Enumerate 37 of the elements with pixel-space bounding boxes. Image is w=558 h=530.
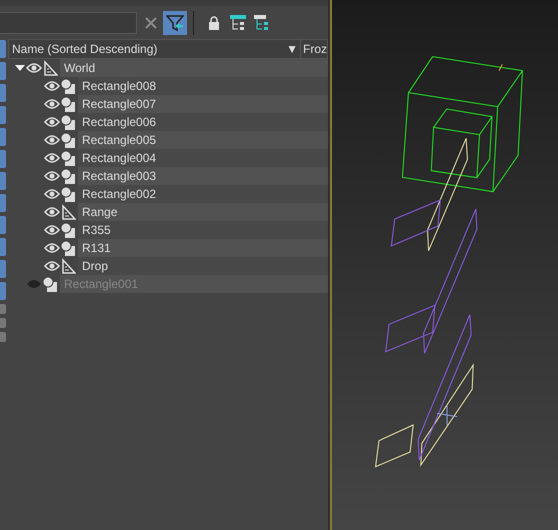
- eye-icon[interactable]: [44, 242, 60, 254]
- eye-icon[interactable]: [44, 152, 60, 164]
- object-name[interactable]: Rectangle008: [78, 77, 328, 95]
- viewport[interactable]: [330, 0, 558, 530]
- object-name[interactable]: Range: [78, 203, 328, 221]
- object-name[interactable]: Rectangle002: [78, 185, 328, 203]
- hierarchy-icon: [254, 15, 270, 31]
- object-name[interactable]: World: [60, 59, 328, 77]
- object-name[interactable]: Rectangle006: [78, 113, 328, 131]
- eye-icon[interactable]: [44, 260, 60, 272]
- eye-icon[interactable]: [44, 170, 60, 182]
- sort-icon: ▼: [286, 42, 298, 56]
- object-name[interactable]: Drop: [78, 257, 328, 275]
- eye-icon[interactable]: [44, 224, 60, 236]
- search-field[interactable]: [0, 12, 137, 34]
- object-name[interactable]: Rectangle003: [78, 167, 328, 185]
- object-name[interactable]: Rectangle004: [78, 149, 328, 167]
- column-header[interactable]: Froz: [301, 40, 327, 58]
- column-label: Name (Sorted Descending): [12, 42, 158, 56]
- eye-icon[interactable]: [44, 80, 60, 92]
- object-name[interactable]: R131: [78, 239, 328, 257]
- eye-icon[interactable]: [44, 188, 60, 200]
- column-header[interactable]: Name (Sorted Descending) ▼: [9, 40, 301, 58]
- object-name[interactable]: R355: [78, 221, 328, 239]
- object-name[interactable]: Rectangle005: [78, 131, 328, 149]
- close-icon: [145, 17, 157, 29]
- hierarchy-icon: [230, 15, 246, 31]
- object-name[interactable]: Rectangle007: [78, 95, 328, 113]
- lock-icon: [208, 16, 220, 30]
- eye-icon[interactable]: [44, 116, 60, 128]
- hierarchy-button[interactable]: [228, 13, 248, 33]
- eye-icon[interactable]: [44, 98, 60, 110]
- eye-icon[interactable]: [26, 62, 42, 74]
- eye-icon[interactable]: [44, 206, 60, 218]
- filter-icon: [166, 14, 184, 32]
- filter-button[interactable]: [163, 11, 187, 35]
- eye-icon[interactable]: [44, 134, 60, 146]
